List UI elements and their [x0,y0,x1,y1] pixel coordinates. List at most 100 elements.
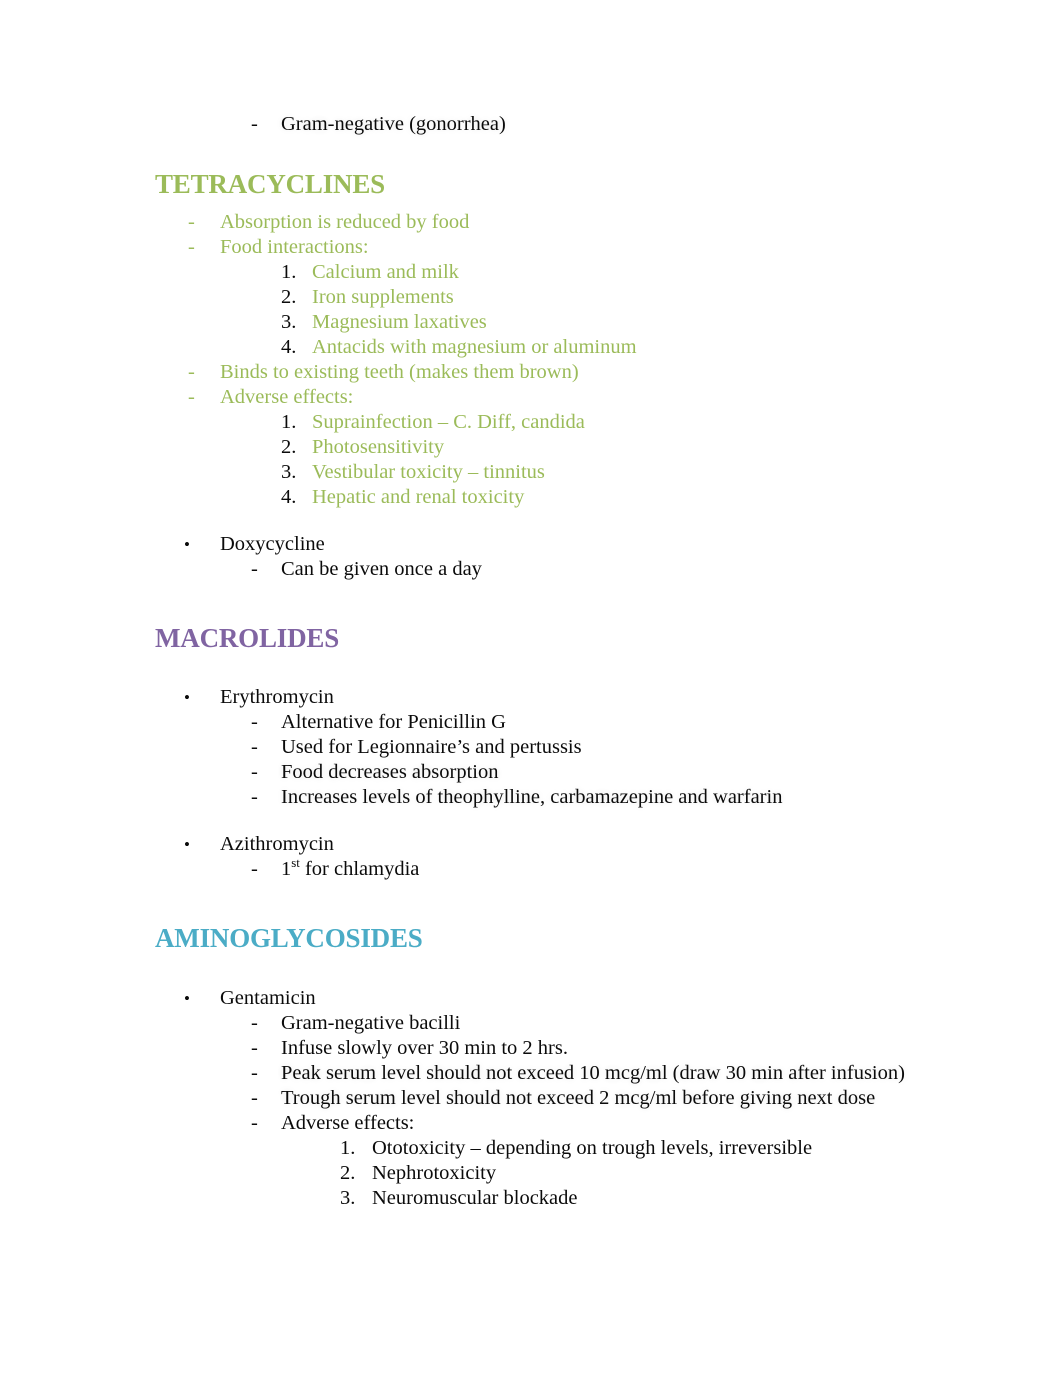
list-marker-dash: - [188,386,195,409]
list-marker-dash: - [251,786,258,809]
list-item-label: Vestibular toxicity – tinnitus [312,461,545,484]
list-marker-dash: - [251,1111,258,1134]
list-item: - Binds to existing teeth (makes them br… [0,360,1062,385]
list-item: - Trough serum level should not exceed 2… [0,1086,1062,1111]
list-marker-dash: - [251,1061,258,1084]
list-marker-dash: - [188,361,195,384]
list-marker-dash: - [251,736,258,759]
list-item: - Alternative for Penicillin G [0,710,1062,735]
drug-item: • Azithromycin [0,832,1062,857]
list-item-label: Absorption is reduced by food [220,211,470,234]
list-item: - Food interactions: [0,235,1062,260]
list-marker-dash: - [251,558,258,581]
list-item-label: Alternative for Penicillin G [281,711,506,734]
list-item: 4. Hepatic and renal toxicity [0,485,1062,510]
list-item: - Adverse effects: [0,385,1062,410]
list-item-label: Used for Legionnaire’s and pertussis [281,736,582,759]
list-item: - Peak serum level should not exceed 10 … [0,1061,1062,1086]
list-item: - Increases levels of theophylline, carb… [0,785,1062,810]
list-item-label: Hepatic and renal toxicity [312,486,525,509]
list-item: 4. Antacids with magnesium or aluminum [0,335,1062,360]
list-item-label: Antacids with magnesium or aluminum [312,336,637,359]
list-item-label: Gram-negative (gonorrhea) [281,113,506,135]
ordinal-number: 1 [281,858,292,881]
drug-name: Erythromycin [220,686,334,709]
list-item: 3. Magnesium laxatives [0,310,1062,335]
list-item: 3. Neuromuscular blockade [0,1186,1062,1211]
list-marker-number: 2. [281,436,297,459]
list-item-label: Suprainfection – C. Diff, candida [312,411,585,434]
list-item: - Gram-negative (gonorrhea) [0,112,1062,137]
list-item-label: Trough serum level should not exceed 2 m… [281,1086,876,1109]
section-heading-aminoglycosides: AMINOGLYCOSIDES [155,923,423,954]
list-marker-dash: - [251,1086,258,1109]
list-marker-number: 2. [340,1161,356,1184]
ordinal-rest: for chlamydia [299,858,420,881]
list-marker-dash: - [251,1011,258,1034]
list-item-label: Adverse effects: [220,386,354,409]
drug-name: Doxycycline [220,533,325,556]
list-item: - Infuse slowly over 30 min to 2 hrs. [0,1036,1062,1061]
list-marker-bullet: • [184,988,190,1008]
drug-item: • Erythromycin [0,685,1062,710]
list-marker-dash: - [251,711,258,734]
list-item-label: Magnesium laxatives [312,311,487,334]
list-item: 3. Vestibular toxicity – tinnitus [0,460,1062,485]
list-item-label: Adverse effects: [281,1111,415,1134]
list-item-label: Neuromuscular blockade [372,1186,578,1209]
list-item: - Food decreases absorption [0,760,1062,785]
drug-name: Gentamicin [220,986,316,1009]
list-item-label: Food decreases absorption [281,761,499,784]
list-item: - 1st for chlamydia [0,857,1062,882]
list-item-label: Photosensitivity [312,436,445,459]
list-marker-number: 4. [281,336,297,359]
list-marker-dash: - [251,858,258,881]
list-marker-dash: - [251,1036,258,1059]
list-item-label: Food interactions: [220,236,369,259]
list-item: - Used for Legionnaire’s and pertussis [0,735,1062,760]
list-item-label: Infuse slowly over 30 min to 2 hrs. [281,1036,568,1059]
list-marker-number: 3. [340,1186,356,1209]
list-item-label: Nephrotoxicity [372,1161,497,1184]
list-item: 2. Photosensitivity [0,435,1062,460]
list-item-label: Calcium and milk [312,261,459,284]
list-marker-number: 1. [340,1136,356,1159]
list-item: - Gram-negative bacilli [0,1011,1062,1036]
section-heading-macrolides: MACROLIDES [155,623,340,654]
list-item-label: 1st for chlamydia [281,857,932,882]
list-item-label: Binds to existing teeth (makes them brow… [220,361,579,384]
ordinal-suffix: st [291,855,300,871]
list-marker-dash: - [251,761,258,784]
document-page: - Gram-negative (gonorrhea) TETRACYCLINE… [0,0,1062,1376]
list-marker-number: 1. [281,411,297,434]
list-item: 1. Ototoxicity – depending on trough lev… [0,1136,1062,1161]
list-item: - Adverse effects: [0,1111,1062,1136]
list-marker-dash: - [188,236,195,259]
list-item: - Can be given once a day [0,557,1062,582]
list-marker-bullet: • [184,688,190,708]
list-marker-number: 3. [281,311,297,334]
list-item-label: Gram-negative bacilli [281,1011,461,1034]
list-marker-dash: - [251,113,258,135]
document-body: - Gram-negative (gonorrhea) TETRACYCLINE… [0,112,1062,1211]
list-item-label: Ototoxicity – depending on trough levels… [372,1136,813,1159]
list-marker-dash: - [188,211,195,234]
list-marker-number: 3. [281,461,297,484]
list-item-label: Increases levels of theophylline, carbam… [281,786,783,809]
list-item: 1. Calcium and milk [0,260,1062,285]
drug-item: • Gentamicin [0,986,1062,1011]
list-marker-number: 2. [281,286,297,309]
drug-item: • Doxycycline [0,532,1062,557]
list-marker-number: 1. [281,261,297,284]
drug-name: Azithromycin [220,833,334,856]
list-item-label: Iron supplements [312,286,454,309]
section-heading-tetracyclines: TETRACYCLINES [155,169,385,199]
